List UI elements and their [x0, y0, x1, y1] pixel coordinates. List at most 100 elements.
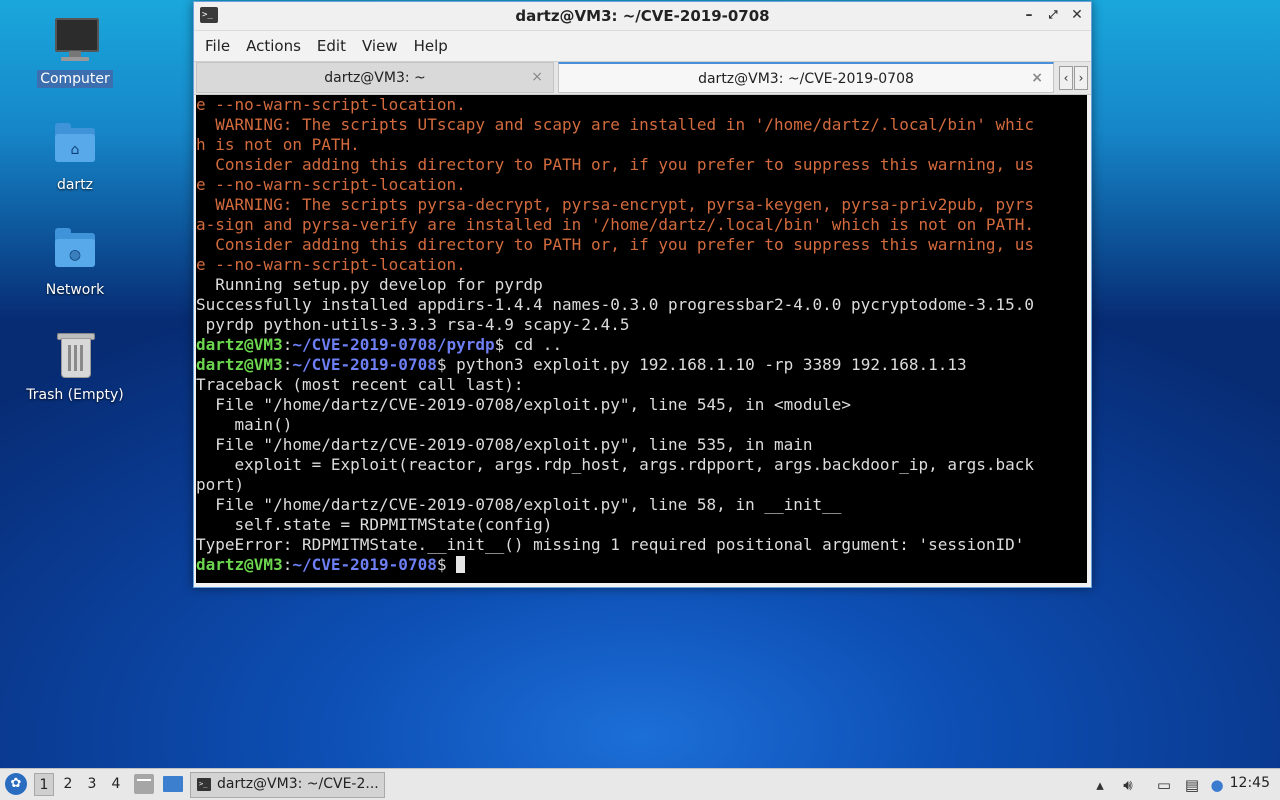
terminal-text: WARNING: The scripts UTscapy and scapy a…	[196, 115, 1035, 134]
taskbar: ✿ 1 2 3 4 >_ dartz@VM3: ~/CVE-2... ▴ 🔊︎ …	[0, 768, 1280, 800]
terminal-text: port)	[196, 475, 245, 494]
desktop-icon-label: Network	[45, 282, 105, 298]
tray-up-icon[interactable]: ▴	[1091, 775, 1109, 795]
network-icon[interactable]: ▤	[1181, 775, 1203, 795]
task-label: dartz@VM3: ~/CVE-2...	[217, 776, 379, 792]
home-folder-icon: ⌂	[51, 122, 99, 170]
terminal-output[interactable]: e --no-warn-script-location. WARNING: Th…	[196, 95, 1087, 583]
terminal-line: TypeError: RDPMITMState.__init__() missi…	[196, 535, 1087, 555]
terminal-text: TypeError: RDPMITMState.__init__() missi…	[196, 535, 1025, 554]
terminal-text: a-sign and pyrsa-verify are installed in…	[196, 215, 1035, 234]
terminal-line: self.state = RDPMITMState(config)	[196, 515, 1087, 535]
workspace-1[interactable]: 1	[34, 773, 54, 796]
terminal-line: exploit = Exploit(reactor, args.rdp_host…	[196, 455, 1087, 475]
terminal-text: e --no-warn-script-location.	[196, 95, 466, 114]
menu-actions[interactable]: Actions	[239, 37, 308, 55]
terminal-text: File "/home/dartz/CVE-2019-0708/exploit.…	[196, 435, 813, 454]
terminal-line: port)	[196, 475, 1087, 495]
prompt-command: $	[436, 555, 457, 574]
prompt-user: dartz@VM3	[196, 335, 283, 354]
network-folder-icon: ◍	[51, 227, 99, 275]
terminal-line: dartz@VM3:~/CVE-2019-0708$ python3 explo…	[196, 355, 1087, 375]
terminal-line: File "/home/dartz/CVE-2019-0708/exploit.…	[196, 435, 1087, 455]
window-title: dartz@VM3: ~/CVE-2019-0708	[515, 7, 770, 25]
prompt-command: $ cd ..	[494, 335, 563, 354]
desktop-icon-label: Computer	[37, 70, 113, 88]
show-desktop-icon[interactable]	[163, 776, 183, 792]
tab-label: dartz@VM3: ~/CVE-2019-0708	[698, 71, 914, 87]
terminal-text: self.state = RDPMITMState(config)	[196, 515, 553, 534]
terminal-line: WARNING: The scripts pyrsa-decrypt, pyrs…	[196, 195, 1087, 215]
terminal-line: File "/home/dartz/CVE-2019-0708/exploit.…	[196, 495, 1087, 515]
terminal-text: WARNING: The scripts pyrsa-decrypt, pyrs…	[196, 195, 1035, 214]
maximize-icon[interactable]: ⤢	[1045, 6, 1061, 24]
terminal-line: Successfully installed appdirs-1.4.4 nam…	[196, 295, 1087, 315]
desktop-icon-computer[interactable]: Computer	[20, 16, 130, 88]
clock[interactable]: 12:45	[1230, 775, 1270, 791]
terminal-text: Consider adding this directory to PATH o…	[196, 155, 1035, 174]
terminal-text: Running setup.py develop for pyrdp	[196, 275, 543, 294]
terminal-line: Traceback (most recent call last):	[196, 375, 1087, 395]
file-manager-icon[interactable]	[134, 774, 154, 794]
volume-icon[interactable]: 🔊︎	[1118, 775, 1138, 795]
terminal-text: File "/home/dartz/CVE-2019-0708/exploit.…	[196, 395, 852, 414]
computer-icon	[51, 16, 99, 64]
prompt-separator: :	[282, 335, 293, 354]
terminal-line: File "/home/dartz/CVE-2019-0708/exploit.…	[196, 395, 1087, 415]
terminal-line: e --no-warn-script-location.	[196, 255, 1087, 275]
terminal-line: pyrdp python-utils-3.3.3 rsa-4.9 scapy-2…	[196, 315, 1087, 335]
prompt-command: $ python3 exploit.py 192.168.1.10 -rp 33…	[436, 355, 967, 374]
terminal-line: main()	[196, 415, 1087, 435]
desktop-icon-home[interactable]: ⌂ dartz	[20, 122, 130, 194]
workspace-4[interactable]: 4	[106, 773, 126, 796]
tab-label: dartz@VM3: ~	[324, 70, 426, 86]
tab-close-icon[interactable]: ×	[531, 69, 543, 85]
menu-file[interactable]: File	[198, 37, 237, 55]
desktop-icon-trash[interactable]: Trash (Empty)	[20, 332, 130, 404]
tab-cve[interactable]: dartz@VM3: ~/CVE-2019-0708 ×	[558, 62, 1054, 93]
desktop-icon-network[interactable]: ◍ Network	[20, 227, 130, 299]
terminal-text: Traceback (most recent call last):	[196, 375, 524, 394]
prompt-path: ~/CVE-2019-0708	[292, 355, 437, 374]
menu-edit[interactable]: Edit	[310, 37, 353, 55]
taskbar-task-terminal[interactable]: >_ dartz@VM3: ~/CVE-2...	[190, 772, 385, 798]
terminal-line: h is not on PATH.	[196, 135, 1087, 155]
terminal-line: e --no-warn-script-location.	[196, 95, 1087, 115]
prompt-user: dartz@VM3	[196, 355, 283, 374]
menu-view[interactable]: View	[355, 37, 405, 55]
terminal-icon: >_	[197, 778, 211, 791]
tab-bar: dartz@VM3: ~ × dartz@VM3: ~/CVE-2019-070…	[194, 61, 1091, 95]
terminal-text: e --no-warn-script-location.	[196, 175, 466, 194]
terminal-text: exploit = Exploit(reactor, args.rdp_host…	[196, 455, 1035, 474]
text-cursor	[456, 556, 466, 573]
terminal-text: e --no-warn-script-location.	[196, 255, 466, 274]
terminal-line: Consider adding this directory to PATH o…	[196, 235, 1087, 255]
tab-scroll-right-icon[interactable]: ›	[1074, 66, 1088, 90]
workspace-2[interactable]: 2	[58, 773, 78, 796]
window-titlebar[interactable]: >_ dartz@VM3: ~/CVE-2019-0708 – ⤢ ✕	[194, 2, 1091, 31]
clipboard-icon[interactable]: ▭	[1154, 775, 1174, 795]
prompt-path: ~/CVE-2019-0708	[292, 555, 437, 574]
terminal-line: Consider adding this directory to PATH o…	[196, 155, 1087, 175]
tab-close-icon[interactable]: ×	[1031, 70, 1043, 86]
prompt-path: ~/CVE-2019-0708/pyrdp	[292, 335, 495, 354]
desktop-icon-label: dartz	[56, 177, 94, 193]
tab-scroll-left-icon[interactable]: ‹	[1059, 66, 1073, 90]
prompt-user: dartz@VM3	[196, 555, 283, 574]
workspace-3[interactable]: 3	[82, 773, 102, 796]
terminal-window: >_ dartz@VM3: ~/CVE-2019-0708 – ⤢ ✕ File…	[193, 1, 1092, 588]
close-icon[interactable]: ✕	[1069, 6, 1085, 24]
terminal-text: pyrdp python-utils-3.3.3 rsa-4.9 scapy-2…	[196, 315, 630, 334]
prompt-separator: :	[282, 355, 293, 374]
minimize-icon[interactable]: –	[1021, 6, 1037, 24]
updates-icon[interactable]: ●	[1208, 775, 1226, 795]
menu-help[interactable]: Help	[407, 37, 455, 55]
terminal-line: a-sign and pyrsa-verify are installed in…	[196, 215, 1087, 235]
terminal-line: e --no-warn-script-location.	[196, 175, 1087, 195]
terminal-text: File "/home/dartz/CVE-2019-0708/exploit.…	[196, 495, 842, 514]
trash-icon	[51, 332, 99, 380]
tab-home[interactable]: dartz@VM3: ~ ×	[196, 62, 554, 93]
menubar: File Actions Edit View Help	[194, 31, 1091, 61]
start-menu-icon[interactable]: ✿	[5, 773, 27, 795]
terminal-text: main()	[196, 415, 293, 434]
